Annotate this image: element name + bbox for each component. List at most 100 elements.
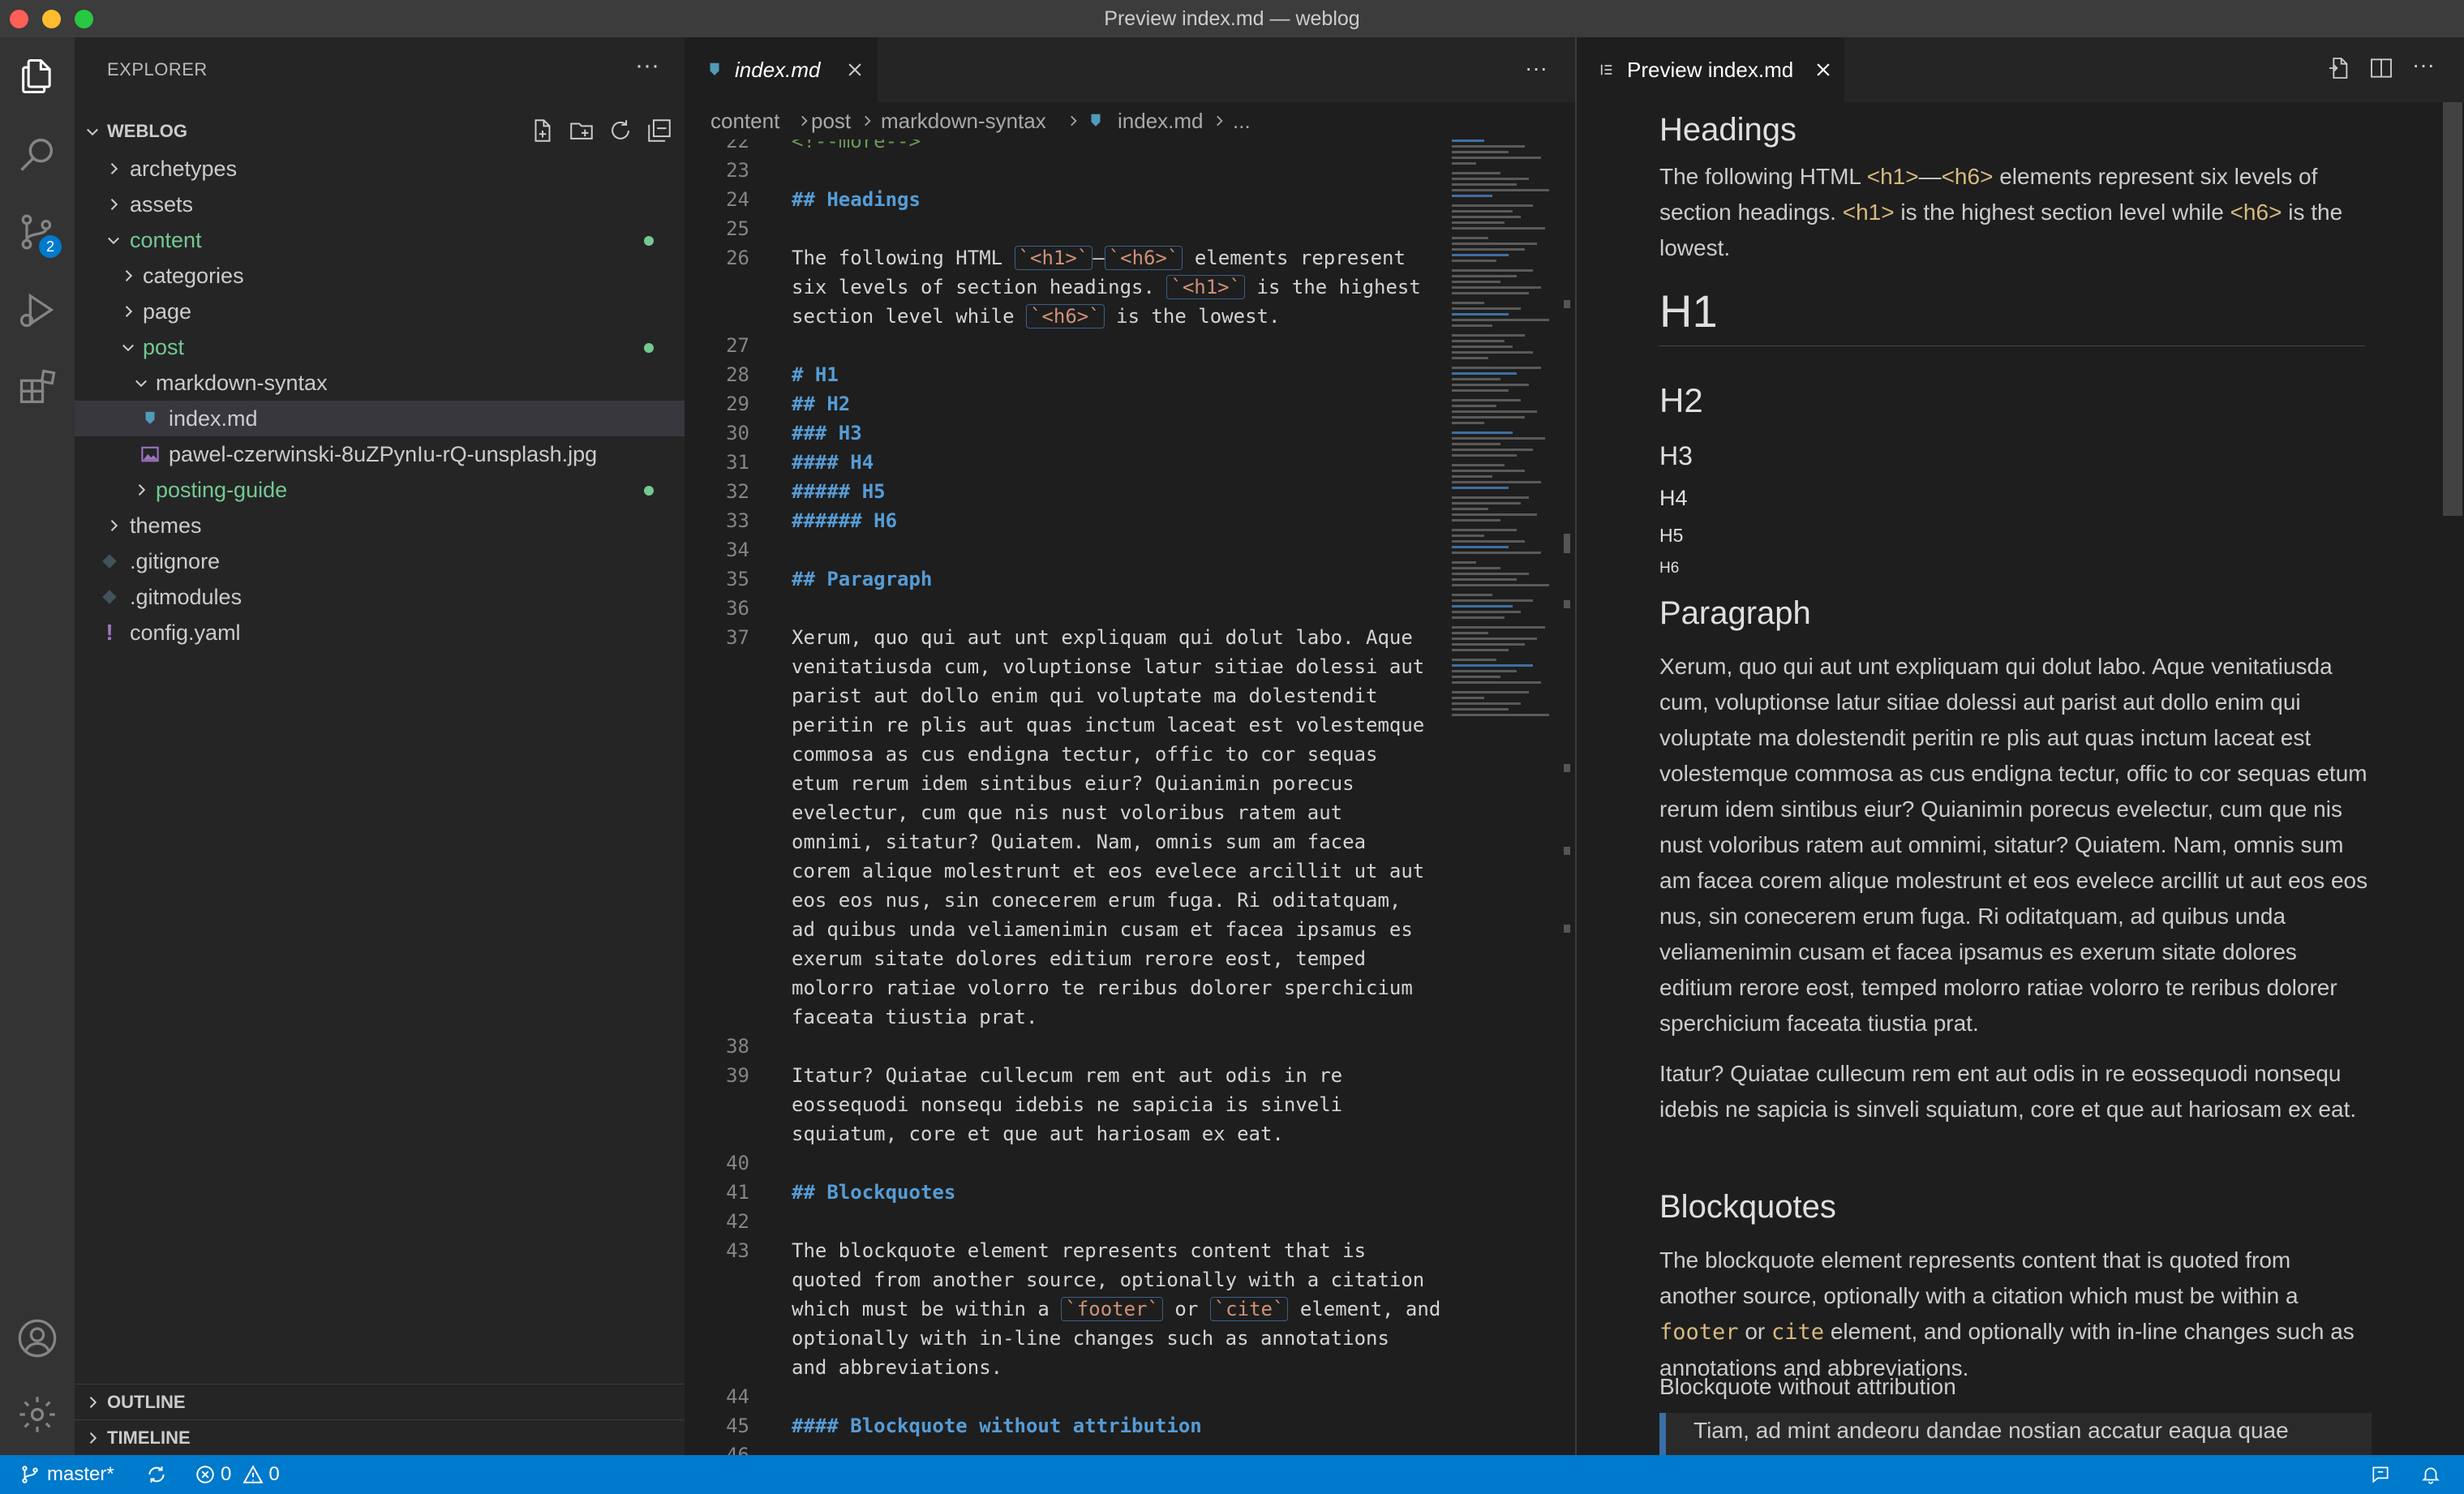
split-editor-icon[interactable] <box>2368 55 2396 83</box>
chevron-down-icon <box>83 114 102 149</box>
refresh-icon[interactable] <box>607 117 636 146</box>
tab-preview-index-md[interactable]: Preview index.md <box>1577 37 1844 102</box>
feedback-icon[interactable] <box>2370 1455 2391 1494</box>
scrollbar-thumb[interactable] <box>2443 102 2462 516</box>
tree-item-posting-guide[interactable]: posting-guide <box>75 472 685 508</box>
settings-gear-icon[interactable] <box>13 1390 62 1439</box>
tree-item-label: assets <box>130 192 194 217</box>
code-editor[interactable]: 22 <!--more--> 23 24 ## Headings 25 26 The foll… <box>685 140 1447 1455</box>
minimap-line <box>1452 307 1521 310</box>
tree-item-post[interactable]: post <box>75 329 685 365</box>
collapse-all-icon[interactable] <box>646 117 675 146</box>
breadcrumb-item[interactable]: markdown-syntax <box>881 102 1046 140</box>
tree-item-image-file[interactable]: pawel-czerwinski-8uZPynIu-rQ-unsplash.jp… <box>75 436 685 472</box>
tree-item-label: page <box>143 299 192 324</box>
search-icon[interactable] <box>13 130 62 178</box>
notifications-bell-icon[interactable] <box>2420 1455 2441 1494</box>
minimap-line <box>1452 638 1537 640</box>
timeline-section[interactable]: TIMELINE <box>75 1419 685 1456</box>
error-count: 0 <box>221 1463 232 1485</box>
scroll-marker <box>1564 925 1570 933</box>
new-folder-icon[interactable] <box>568 117 597 146</box>
explorer-more-icon[interactable]: ··· <box>631 54 663 86</box>
title-bar: Preview index.md — weblog <box>0 0 2464 37</box>
breadcrumb-item[interactable]: index.md <box>1118 102 1204 140</box>
close-icon[interactable] <box>1812 37 1835 102</box>
chevron-down-icon <box>131 365 151 401</box>
code-line: ## H2 <box>792 393 851 415</box>
source-control-icon[interactable]: 2 <box>13 208 62 258</box>
tree-item-label: archetypes <box>130 157 238 181</box>
code-line: molorro ratiae volorro te reribus dolore… <box>792 977 1413 999</box>
preview-heading-blockquote-sub: Blockquote without attribution <box>1659 1374 1956 1399</box>
minimap-line <box>1452 324 1492 327</box>
editor-scrollbar[interactable] <box>1560 140 1575 1455</box>
code-line: <!--more--> <box>792 140 921 152</box>
preview-h1: H1 <box>1659 285 1718 337</box>
markdown-preview: Preview index.md ··· Headings The follow… <box>1577 37 2464 1455</box>
minimap-line <box>1452 487 1509 489</box>
extensions-icon[interactable] <box>13 363 62 412</box>
line-number: 44 <box>726 1385 749 1408</box>
breadcrumb-item[interactable]: ... <box>1233 102 1251 140</box>
close-icon[interactable] <box>844 37 866 102</box>
modified-dot <box>644 343 654 353</box>
tree-item-assets[interactable]: assets <box>75 187 685 222</box>
scroll-marker <box>1564 300 1570 308</box>
tab-index-md[interactable]: index.md <box>685 37 878 102</box>
minimap[interactable] <box>1447 140 1560 1455</box>
tree-item-markdown-syntax[interactable]: markdown-syntax <box>75 365 685 401</box>
preview-icon <box>1596 59 1617 80</box>
breadcrumb-item[interactable]: post <box>811 102 851 140</box>
code-line: exerum sitate dolores editium rerore eos… <box>792 947 1367 970</box>
sync-icon[interactable] <box>146 1455 167 1494</box>
problems-indicator[interactable]: 0 0 <box>195 1455 280 1494</box>
minimap-line <box>1452 340 1505 342</box>
line-number: 34 <box>726 539 749 561</box>
blockquote-box: Tiam, ad mint andeoru dandae nostian acc… <box>1659 1413 2372 1455</box>
line-number: 39 <box>726 1064 749 1087</box>
code-line: commosa as cus endigna tectur, offic to … <box>792 743 1378 766</box>
minimap-line <box>1452 552 1541 554</box>
code-line: ###### H6 <box>792 509 898 532</box>
open-source-icon[interactable] <box>2326 55 2354 83</box>
minimap-line <box>1452 162 1476 165</box>
editor-more-icon[interactable]: ··· <box>1525 55 1548 81</box>
editor-tab-bar: index.md ··· <box>685 37 1575 102</box>
branch-indicator[interactable]: master* <box>19 1455 114 1494</box>
minimap-line <box>1452 470 1525 472</box>
explorer-icon[interactable] <box>13 52 62 101</box>
tree-item-gitignore[interactable]: .gitignore <box>75 543 685 579</box>
chevron-right-icon <box>104 187 123 222</box>
tree-item-config-yaml[interactable]: ! config.yaml <box>75 615 685 650</box>
workspace-root[interactable]: WEBLOG <box>75 114 685 149</box>
scroll-marker <box>1564 847 1570 855</box>
run-debug-icon[interactable] <box>13 285 62 334</box>
tree-item-index-md[interactable]: index.md <box>75 401 685 436</box>
tree-item-page[interactable]: page <box>75 294 685 329</box>
tree-item-categories[interactable]: categories <box>75 258 685 294</box>
minimap-line <box>1452 561 1476 564</box>
account-icon[interactable] <box>13 1314 62 1363</box>
breadcrumb-item[interactable]: content <box>710 102 779 140</box>
minimap-line <box>1452 248 1525 251</box>
scroll-marker <box>1564 600 1570 608</box>
tree-item-gitmodules[interactable]: .gitmodules <box>75 579 685 615</box>
minimap-line <box>1452 578 1517 581</box>
minimap-line <box>1452 584 1549 586</box>
minimap-line <box>1452 313 1509 316</box>
tree-item-archetypes[interactable]: archetypes <box>75 151 685 187</box>
line-number: 33 <box>726 509 749 532</box>
preview-scrollbar[interactable] <box>2441 102 2464 1455</box>
preview-intro-paragraph: The following HTML <h1>—<h6> elements re… <box>1659 164 2343 260</box>
outline-section[interactable]: OUTLINE <box>75 1384 685 1420</box>
tree-item-label: post <box>143 335 185 359</box>
breadcrumb: content post markdown-syntax index.md ..… <box>685 102 1575 140</box>
minimap-line <box>1452 357 1488 359</box>
tree-item-themes[interactable]: themes <box>75 508 685 543</box>
new-file-icon[interactable] <box>529 117 558 146</box>
minimap-line <box>1452 367 1541 369</box>
minimap-line <box>1452 676 1500 678</box>
preview-more-icon[interactable]: ··· <box>2412 52 2435 78</box>
tree-item-content[interactable]: content <box>75 222 685 258</box>
